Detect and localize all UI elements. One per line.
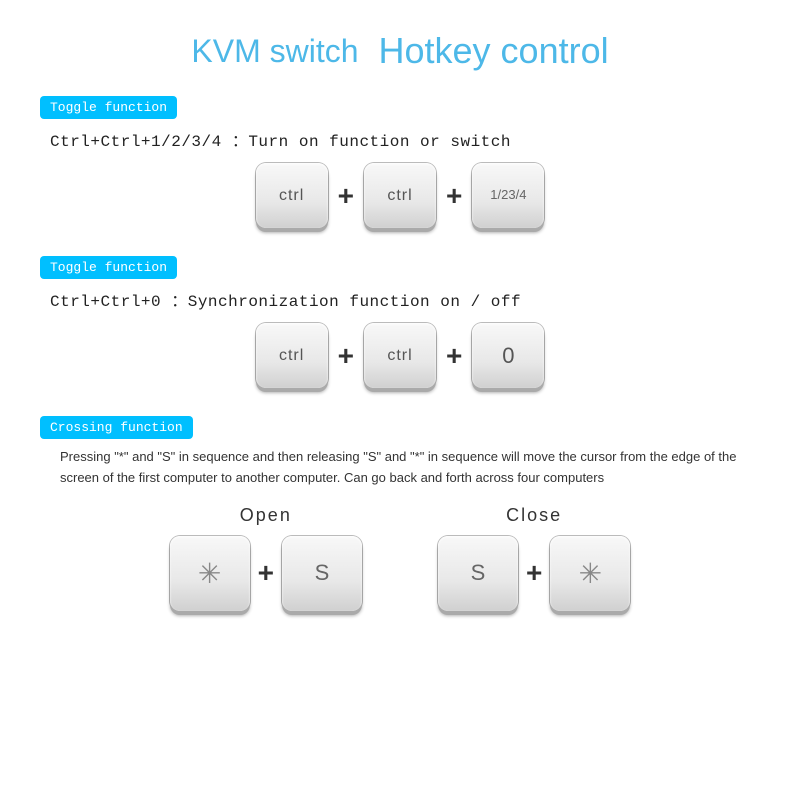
main-title: KVM switch Hotkey control — [191, 30, 608, 72]
key-ctrl-2b: ctrl — [364, 323, 436, 388]
hotkey-desc-2: Ctrl+Ctrl+0 ：Synchronization function on… — [40, 287, 760, 311]
key-s-close: S — [438, 536, 518, 611]
plus-4: + — [446, 340, 462, 372]
key-num-1234: 1/2 3/4 — [472, 163, 544, 228]
key-zero: 0 — [472, 323, 544, 388]
hotkey-title: Hotkey control — [379, 30, 609, 72]
page: KVM switch Hotkey control Toggle functio… — [0, 0, 800, 800]
kvm-title: KVM switch — [191, 33, 358, 70]
plus-6: + — [526, 557, 542, 589]
keys-row-2: ctrl + ctrl + 0 — [40, 323, 760, 388]
key-ctrl-1a: ctrl — [256, 163, 328, 228]
close-label: Close — [506, 505, 562, 526]
key-s-open: S — [282, 536, 362, 611]
key-ctrl-2a: ctrl — [256, 323, 328, 388]
key-star-close: ✳ — [550, 536, 630, 611]
plus-2: + — [446, 180, 462, 212]
open-keys: ✳ + S — [170, 536, 362, 611]
plus-3: + — [338, 340, 354, 372]
plus-1: + — [338, 180, 354, 212]
open-group: Open ✳ + S — [170, 505, 362, 611]
key-star-open: ✳ — [170, 536, 250, 611]
section-toggle-2: Toggle function Ctrl+Ctrl+0 ：Synchroniza… — [40, 256, 760, 398]
keys-row-1: ctrl + ctrl + 1/2 3/4 — [40, 163, 760, 228]
open-close-row: Open ✳ + S Close S + ✳ — [40, 505, 760, 611]
open-label: Open — [240, 505, 292, 526]
plus-5: + — [258, 557, 274, 589]
badge-toggle-1: Toggle function — [40, 96, 177, 119]
close-keys: S + ✳ — [438, 536, 630, 611]
section-crossing: Crossing function Pressing "*" and "S" i… — [40, 416, 760, 611]
badge-crossing: Crossing function — [40, 416, 193, 439]
crossing-desc: Pressing "*" and "S" in sequence and the… — [40, 447, 760, 489]
hotkey-desc-1: Ctrl+Ctrl+1/2/3/4 ：Turn on function or s… — [40, 127, 760, 151]
close-group: Close S + ✳ — [438, 505, 630, 611]
badge-toggle-2: Toggle function — [40, 256, 177, 279]
key-ctrl-1b: ctrl — [364, 163, 436, 228]
section-toggle-1: Toggle function Ctrl+Ctrl+1/2/3/4 ：Turn … — [40, 96, 760, 238]
